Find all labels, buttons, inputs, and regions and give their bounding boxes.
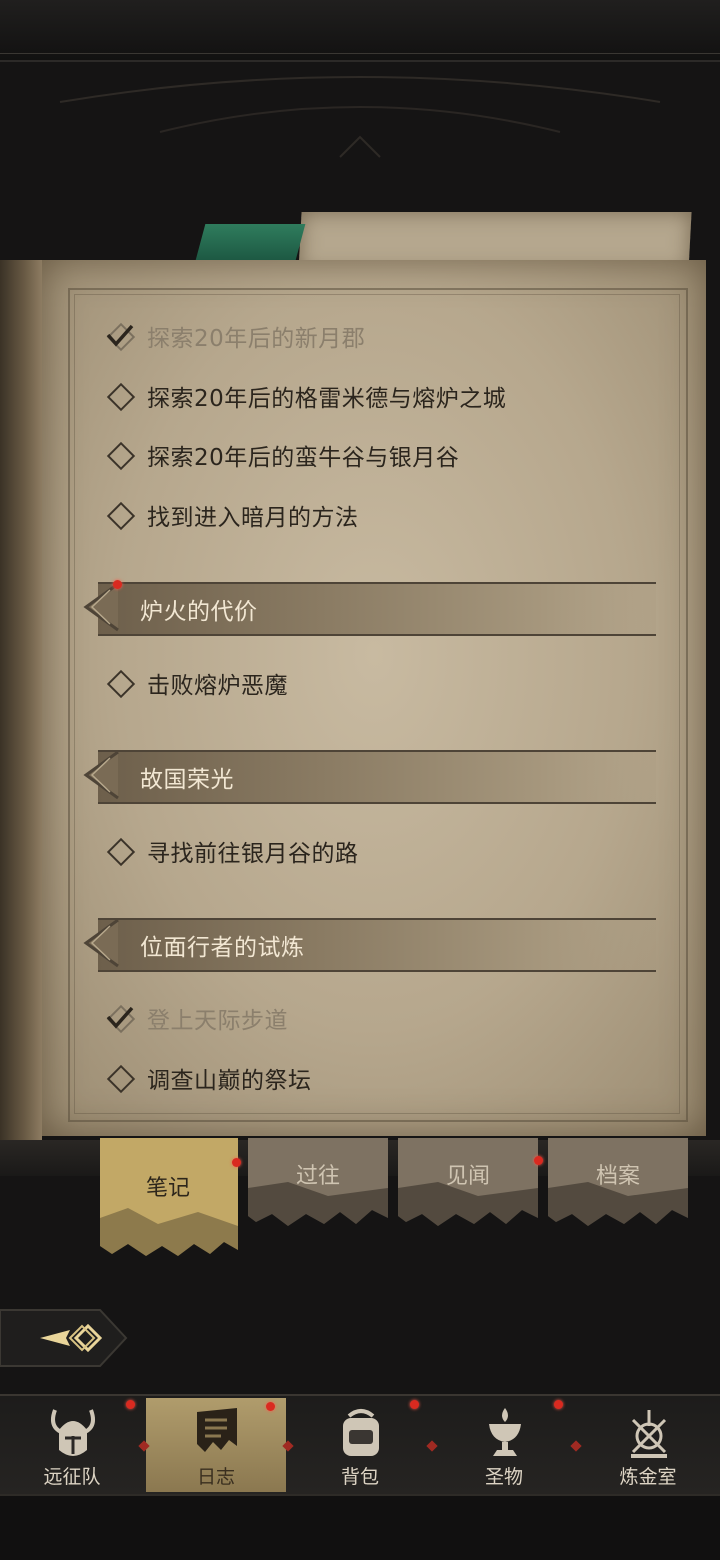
nav-backpack[interactable]: 背包: [290, 1398, 430, 1492]
notification-dot: [554, 1400, 563, 1409]
checked-diamond-icon: [105, 1003, 136, 1034]
nav-expedition[interactable]: 远征队: [2, 1398, 142, 1492]
nav-journal[interactable]: 日志: [146, 1398, 286, 1492]
section-title: 炉火的代价: [140, 599, 258, 625]
tab-notes[interactable]: 笔记: [98, 1138, 238, 1260]
quest-item[interactable]: 探索20年后的新月郡: [105, 316, 365, 356]
quest-text: 登上天际步道: [147, 1008, 288, 1034]
tab-archive[interactable]: 档案: [548, 1138, 688, 1228]
journal-banner-icon: [197, 1408, 237, 1452]
section-title: 位面行者的试炼: [140, 935, 305, 961]
quest-item[interactable]: 登上天际步道: [105, 998, 288, 1038]
quest-item[interactable]: 探索20年后的格雷米德与熔炉之城: [105, 376, 506, 416]
checked-diamond-icon: [105, 321, 136, 352]
diamond-icon: [105, 381, 136, 412]
alchemy-icon: [631, 1410, 667, 1458]
tab-label: 笔记: [145, 1176, 190, 1201]
quest-section-header[interactable]: 故国荣光: [78, 746, 656, 804]
header-arrow-ornament: [83, 750, 119, 800]
quest-text: 调查山巅的祭坛: [147, 1068, 312, 1094]
quest-text: 探索20年后的新月郡: [147, 326, 366, 352]
header-arrow-ornament: [83, 582, 119, 632]
horned-helmet-icon: [51, 1409, 95, 1456]
quest-section-header[interactable]: 位面行者的试炼: [78, 914, 656, 972]
tab-label: 见闻: [445, 1164, 490, 1189]
diamond-icon: [105, 836, 136, 867]
header-arrow-ornament: [83, 918, 119, 968]
quest-item[interactable]: 探索20年后的蛮牛谷与银月谷: [105, 435, 459, 475]
backpack-icon: [343, 1409, 379, 1456]
quest-text: 寻找前往银月谷的路: [147, 841, 359, 867]
nav-relics[interactable]: 圣物: [434, 1398, 574, 1492]
nav-alchemy[interactable]: 炼金室: [578, 1398, 718, 1492]
diamond-icon: [105, 1063, 136, 1094]
bookmark-ribbon: [194, 224, 306, 264]
background-ornament: [59, 76, 661, 158]
quest-item[interactable]: 寻找前往银月谷的路: [105, 831, 359, 871]
quest-section-header[interactable]: 炉火的代价: [78, 578, 656, 636]
chalice-icon: [489, 1408, 521, 1456]
diamond-icon: [105, 440, 136, 471]
quest-item[interactable]: 调查山巅的祭坛: [105, 1058, 312, 1098]
tab-past[interactable]: 过往: [248, 1138, 388, 1228]
tab-label: 档案: [595, 1164, 640, 1189]
nav-label: 炼金室: [619, 1466, 677, 1488]
quest-text: 找到进入暗月的方法: [147, 505, 359, 531]
nav-label: 远征队: [43, 1466, 101, 1488]
nav-label: 背包: [340, 1466, 379, 1488]
expand-menu-button[interactable]: [0, 1306, 130, 1370]
quest-text: 探索20年后的格雷米德与熔炉之城: [147, 386, 507, 412]
quest-item[interactable]: 找到进入暗月的方法: [105, 495, 359, 535]
tab-label: 过往: [295, 1164, 340, 1189]
notification-dot: [410, 1400, 419, 1409]
quest-text: 击败熔炉恶魔: [147, 673, 288, 699]
notification-dot: [534, 1156, 543, 1165]
diamond-icon: [105, 500, 136, 531]
quest-item[interactable]: 击败熔炉恶魔: [105, 663, 288, 703]
notification-dot: [113, 580, 122, 589]
tab-insights[interactable]: 见闻: [398, 1138, 538, 1228]
notification-dot: [266, 1402, 275, 1411]
top-frame: [0, 0, 720, 62]
nav-label: 日志: [196, 1466, 235, 1488]
quest-text: 探索20年后的蛮牛谷与银月谷: [147, 445, 460, 471]
book-spine: [0, 260, 42, 1140]
notification-dot: [232, 1158, 241, 1167]
nav-label: 圣物: [484, 1466, 523, 1488]
page-border-inner: [74, 294, 680, 1114]
section-title: 故国荣光: [140, 767, 234, 793]
bottom-frame: [0, 1494, 720, 1560]
notification-dot: [126, 1400, 135, 1409]
diamond-icon: [105, 668, 136, 699]
